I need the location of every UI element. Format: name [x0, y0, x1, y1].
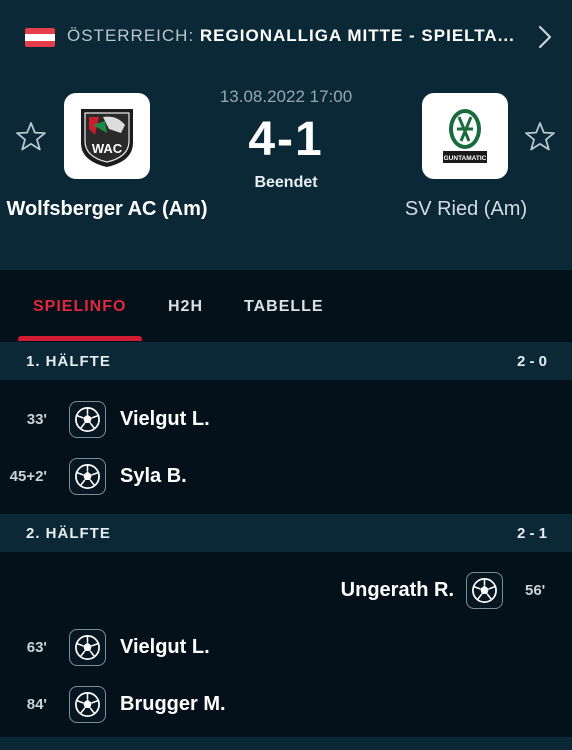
- event-row[interactable]: Ungerath R. 56': [0, 562, 572, 619]
- sv-ried-crest-icon: GUNTAMATIC: [443, 109, 487, 163]
- tab-spielinfo[interactable]: SPIELINFO: [33, 298, 126, 316]
- event-minute: 45+2': [9, 468, 47, 485]
- tab-tabelle[interactable]: TABELLE: [244, 298, 324, 316]
- half-label: 1. HÄLFTE: [26, 353, 111, 370]
- home-team-logo[interactable]: WAC: [64, 93, 150, 179]
- first-half-header: 1. HÄLFTE 2 - 0: [0, 342, 572, 380]
- soccer-ball-icon: [466, 572, 503, 609]
- wac-crest-icon: WAC: [81, 109, 133, 167]
- match-score: 4-1: [248, 113, 324, 166]
- event-player[interactable]: Vielgut L.: [120, 636, 210, 659]
- event-row[interactable]: 45+2' Syla B.: [0, 448, 572, 505]
- away-team-name[interactable]: SV Ried (Am): [356, 196, 572, 223]
- half-score: 2 - 0: [516, 353, 547, 370]
- event-row[interactable]: 33' Vielgut L.: [0, 391, 572, 448]
- tab-h2h[interactable]: H2H: [168, 298, 203, 316]
- home-favorite-star-icon[interactable]: [14, 120, 48, 154]
- active-tab-indicator: [18, 336, 142, 341]
- event-minute: 56': [525, 582, 546, 599]
- event-minute: 63': [26, 639, 47, 656]
- match-datetime: 13.08.2022 17:00: [219, 87, 353, 106]
- chevron-right-icon[interactable]: [534, 24, 556, 50]
- home-team-name[interactable]: Wolfsberger AC (Am): [0, 196, 217, 223]
- event-player[interactable]: Brugger M.: [120, 693, 226, 716]
- soccer-ball-icon: [69, 401, 106, 438]
- event-player[interactable]: Syla B.: [120, 465, 187, 488]
- soccer-ball-icon: [69, 686, 106, 723]
- event-minute: 33': [26, 411, 47, 428]
- event-row[interactable]: 84' Brugger M.: [0, 676, 572, 733]
- match-header: WAC 13.08.2022 17:00 4-1 Beendet GUNTAMA…: [0, 70, 572, 270]
- half-score: 2 - 1: [516, 525, 547, 542]
- next-section-edge: [0, 737, 572, 750]
- soccer-ball-icon: [69, 629, 106, 666]
- svg-text:WAC: WAC: [92, 141, 123, 156]
- second-half-header: 2. HÄLFTE 2 - 1: [0, 514, 572, 552]
- soccer-ball-icon: [69, 458, 106, 495]
- breadcrumb-country: ÖSTERREICH:: [67, 26, 200, 45]
- half-label: 2. HÄLFTE: [26, 525, 111, 542]
- event-player[interactable]: Ungerath R.: [341, 579, 454, 602]
- event-player[interactable]: Vielgut L.: [120, 408, 210, 431]
- away-team-logo[interactable]: GUNTAMATIC: [422, 93, 508, 179]
- breadcrumb[interactable]: ÖSTERREICH: REGIONALLIGA MITTE - SPIELTA…: [67, 26, 515, 46]
- austria-flag-icon: [25, 28, 55, 47]
- match-status: Beendet: [254, 174, 318, 191]
- svg-text:GUNTAMATIC: GUNTAMATIC: [444, 155, 487, 162]
- match-tabs: SPIELINFO H2H TABELLE: [0, 270, 572, 342]
- away-favorite-star-icon[interactable]: [523, 120, 557, 154]
- event-row[interactable]: 63' Vielgut L.: [0, 619, 572, 676]
- event-minute: 84': [26, 696, 47, 713]
- competition-header[interactable]: ÖSTERREICH: REGIONALLIGA MITTE - SPIELTA…: [0, 0, 572, 70]
- breadcrumb-league: REGIONALLIGA MITTE - SPIELTA...: [199, 26, 515, 45]
